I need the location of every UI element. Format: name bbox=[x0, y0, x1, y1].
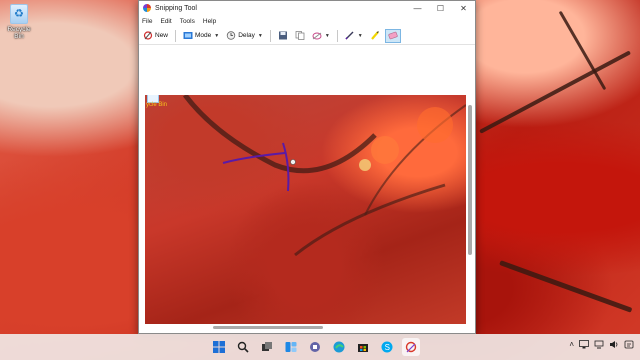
pen-button[interactable]: ▼ bbox=[343, 29, 365, 43]
edge-icon[interactable] bbox=[330, 338, 348, 356]
chevron-up-icon[interactable]: ˄ bbox=[569, 340, 574, 349]
toolbar-divider bbox=[336, 29, 338, 42]
snip-canvas[interactable]: ycle Bin bbox=[139, 45, 475, 333]
taskbar: S ˄ bbox=[0, 334, 640, 360]
recycle-bin-desktop-icon[interactable]: Recycle Bin bbox=[2, 4, 36, 40]
mode-label: Mode bbox=[195, 32, 212, 39]
delay-button[interactable]: Delay ▼ bbox=[224, 29, 265, 43]
chevron-down-icon: ▼ bbox=[324, 32, 330, 39]
copy-button[interactable] bbox=[293, 29, 307, 43]
toolbar-divider bbox=[269, 29, 271, 42]
notification-icon[interactable] bbox=[624, 340, 634, 349]
clock-icon bbox=[227, 31, 236, 40]
chevron-down-icon: ▼ bbox=[257, 32, 263, 39]
eraser-button[interactable] bbox=[384, 28, 401, 43]
task-view-icon[interactable] bbox=[258, 338, 276, 356]
save-button[interactable] bbox=[276, 29, 290, 43]
pen-icon bbox=[345, 31, 354, 40]
display-icon[interactable] bbox=[579, 340, 589, 349]
wallpaper-branch bbox=[499, 260, 633, 313]
toolbar-divider bbox=[175, 29, 177, 42]
recycle-bin-icon bbox=[10, 4, 28, 24]
window-title: Snipping Tool bbox=[155, 4, 197, 12]
mode-icon bbox=[183, 32, 193, 39]
new-label: New bbox=[155, 32, 169, 39]
volume-icon[interactable] bbox=[609, 340, 619, 349]
eraser-icon bbox=[388, 31, 398, 40]
chevron-down-icon: ▼ bbox=[357, 32, 363, 39]
new-button[interactable]: New bbox=[141, 29, 170, 43]
highlighter-icon bbox=[370, 31, 379, 40]
skype-icon[interactable]: S bbox=[378, 338, 396, 356]
store-icon[interactable] bbox=[354, 338, 372, 356]
menu-help[interactable]: Help bbox=[203, 18, 216, 25]
snipping-tool-app-icon bbox=[143, 4, 151, 12]
new-snip-icon bbox=[143, 31, 153, 40]
search-icon[interactable] bbox=[234, 338, 252, 356]
svg-text:S: S bbox=[385, 343, 390, 352]
recycle-bin-label: Recycle Bin bbox=[7, 26, 31, 40]
chevron-down-icon: ▼ bbox=[214, 32, 220, 39]
menu-bar: File Edit Tools Help bbox=[139, 15, 475, 27]
save-icon bbox=[278, 31, 287, 40]
toolbar: New Mode ▼ Delay ▼ ▼ ▼ bbox=[139, 27, 475, 45]
horizontal-scrollbar[interactable] bbox=[213, 326, 323, 329]
copy-icon bbox=[295, 31, 305, 40]
pen-ink-drawing bbox=[222, 142, 296, 192]
delay-label: Delay bbox=[238, 32, 255, 39]
system-tray: ˄ bbox=[569, 340, 634, 349]
menu-edit[interactable]: Edit bbox=[160, 18, 171, 25]
network-icon[interactable] bbox=[594, 340, 604, 349]
taskbar-apps: S bbox=[210, 338, 420, 356]
widgets-icon[interactable] bbox=[282, 338, 300, 356]
send-snip-icon bbox=[312, 32, 322, 40]
wallpaper-branch bbox=[479, 50, 632, 134]
teams-chat-icon[interactable] bbox=[306, 338, 324, 356]
minimize-button[interactable]: — bbox=[406, 1, 429, 15]
maximize-button[interactable]: ☐ bbox=[429, 1, 452, 15]
vertical-scrollbar[interactable] bbox=[468, 105, 472, 255]
highlighter-button[interactable] bbox=[368, 29, 382, 43]
menu-file[interactable]: File bbox=[142, 18, 152, 25]
snipping-tool-window: Snipping Tool — ☐ ✕ File Edit Tools Help… bbox=[138, 0, 476, 334]
snipping-tool-icon[interactable] bbox=[402, 338, 420, 356]
send-snip-button[interactable]: ▼ bbox=[310, 29, 332, 43]
captured-snip-image: ycle Bin bbox=[145, 95, 466, 324]
windows-start-icon[interactable] bbox=[210, 338, 228, 356]
menu-tools[interactable]: Tools bbox=[180, 18, 195, 25]
close-button[interactable]: ✕ bbox=[452, 1, 475, 15]
mode-button[interactable]: Mode ▼ bbox=[181, 29, 221, 43]
title-bar[interactable]: Snipping Tool — ☐ ✕ bbox=[139, 1, 475, 15]
